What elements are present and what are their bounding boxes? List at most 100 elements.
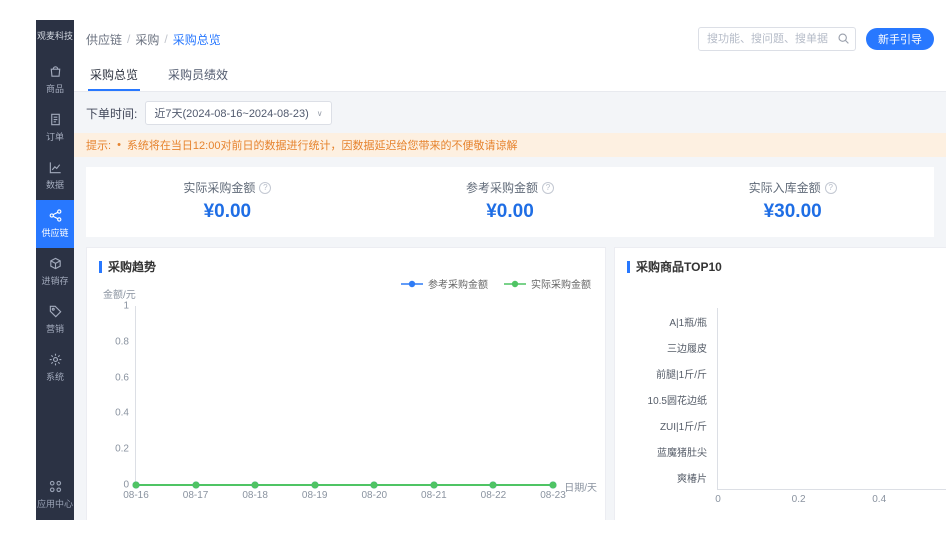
data-point[interactable]	[192, 482, 199, 489]
tab-buyer-performance[interactable]: 采购员绩效	[166, 58, 230, 91]
legend-item[interactable]: 参考采购金额	[401, 276, 488, 291]
breadcrumb-separator: /	[164, 32, 167, 46]
metric-label: 实际入库金额 ?	[651, 179, 934, 196]
legend-label: 参考采购金额	[428, 276, 488, 291]
sidebar-item-marketing[interactable]: 营销	[36, 296, 74, 344]
legend-marker	[401, 280, 423, 288]
trend-plot: 00.20.40.60.8108-1608-1708-1808-1908-200…	[135, 306, 553, 486]
inventory-icon	[48, 256, 63, 271]
y-axis-tick: 0.4	[115, 408, 129, 419]
x-axis-tick: 0	[715, 494, 721, 505]
metric-value: ¥0.00	[369, 201, 652, 223]
trend-legend: 参考采购金额 实际采购金额	[401, 276, 591, 291]
sidebar-item-app-center[interactable]: 应用中心	[36, 471, 74, 520]
sidebar-item-label: 订单	[46, 130, 64, 143]
tab-purchase-overview[interactable]: 采购总览	[88, 58, 140, 91]
metric-actual-purchase-amount: 实际采购金额 ? ¥0.00	[86, 179, 369, 223]
x-axis-tick: 08-18	[242, 490, 268, 501]
title-accent-bar	[99, 261, 102, 273]
x-axis-tick: 0.2	[792, 494, 806, 505]
data-point[interactable]	[133, 482, 140, 489]
panel-title: 采购商品TOP10	[636, 258, 722, 275]
newbie-guide-button[interactable]: 新手引导	[866, 28, 934, 50]
bar-category-label: ZUI|1斤/斤	[625, 412, 717, 438]
bar-category-label: 前腿|1斤/斤	[625, 360, 717, 386]
data-point[interactable]	[371, 482, 378, 489]
notice-text: 系统将在当日12:00对前日的数据进行统计，因数据延迟给您带来的不便敬请谅解	[127, 137, 518, 153]
legend-marker	[504, 280, 526, 288]
breadcrumb-item-purchase[interactable]: 采购	[135, 31, 159, 48]
metric-reference-purchase-amount: 参考采购金额 ? ¥0.00	[369, 179, 652, 223]
x-axis-tick: 08-22	[481, 490, 507, 501]
x-axis-tick: 08-21	[421, 490, 447, 501]
data-point[interactable]	[430, 482, 437, 489]
bar-category-label: 10.5圆花边纸	[625, 386, 717, 412]
panel-title: 采购趋势	[108, 258, 156, 275]
app-center-label: 应用中心	[37, 497, 73, 510]
sidebar-item-data[interactable]: 数据	[36, 152, 74, 200]
bar-category-label: 爽椿片	[625, 464, 717, 490]
x-axis-tick: 08-16	[123, 490, 149, 501]
x-axis-tick: 08-19	[302, 490, 328, 501]
legend-item[interactable]: 实际采购金额	[504, 276, 591, 291]
metric-label-text: 实际入库金额	[749, 179, 821, 196]
x-axis-tick: 08-20	[361, 490, 387, 501]
sidebar-item-inventory[interactable]: 进销存	[36, 248, 74, 296]
metric-value: ¥0.00	[86, 201, 369, 223]
y-axis-tick: 1	[123, 301, 129, 312]
metric-label: 参考采购金额 ?	[369, 179, 652, 196]
data-point[interactable]	[550, 482, 557, 489]
top10-products-panel: 采购商品TOP10 A|1瓶/瓶三边履皮前腿|1斤/斤10.5圆花边纸ZUI|1…	[614, 247, 946, 520]
sidebar-item-label: 营销	[46, 322, 64, 335]
metric-label: 实际采购金额 ?	[86, 179, 369, 196]
sidebar: 观麦科技 商品 订单 数据 供应链 进销存 营销 系统	[36, 20, 74, 520]
metric-actual-inbound-amount: 实际入库金额 ? ¥30.00	[651, 179, 934, 223]
tab-bar: 采购总览 采购员绩效	[74, 58, 946, 92]
x-axis-tick: 08-23	[540, 490, 566, 501]
search-icon[interactable]	[837, 32, 850, 50]
bar-category-label: 三边履皮	[625, 334, 717, 360]
sidebar-item-label: 供应链	[41, 226, 68, 239]
panel-header: 采购商品TOP10	[615, 248, 946, 275]
x-axis-tick: 08-17	[183, 490, 209, 501]
sidebar-item-goods[interactable]: 商品	[36, 56, 74, 104]
help-icon[interactable]: ?	[825, 182, 837, 194]
sidebar-item-orders[interactable]: 订单	[36, 104, 74, 152]
top10-plot: 00.20.4	[717, 308, 946, 490]
bullet-icon: •	[117, 139, 121, 151]
help-icon[interactable]: ?	[259, 182, 271, 194]
date-range-value: 近7天(2024-08-16~2024-08-23)	[154, 105, 308, 121]
metric-label-text: 参考采购金额	[466, 179, 538, 196]
charts-row: 采购趋势 参考采购金额实际采购金额 金额/元 00.20.40.60.8108-…	[86, 247, 946, 520]
order-time-label: 下单时间:	[86, 105, 137, 122]
search-input[interactable]	[698, 27, 856, 51]
search-box	[698, 27, 856, 51]
breadcrumb-item-supply-chain[interactable]: 供应链	[86, 31, 122, 48]
y-axis-tick: 0	[123, 480, 129, 491]
data-point[interactable]	[490, 482, 497, 489]
filter-row: 下单时间: 近7天(2024-08-16~2024-08-23) ∨	[74, 92, 946, 133]
app-grid-icon	[48, 479, 63, 494]
sidebar-item-system[interactable]: 系统	[36, 344, 74, 392]
breadcrumb: 供应链 / 采购 / 采购总览	[86, 31, 221, 48]
top10-labels: A|1瓶/瓶三边履皮前腿|1斤/斤10.5圆花边纸ZUI|1斤/斤蓝魔猪肚尖爽椿…	[625, 308, 717, 490]
purchase-trend-panel: 采购趋势 参考采购金额实际采购金额 金额/元 00.20.40.60.8108-…	[86, 247, 606, 520]
notice-bar: 提示: • 系统将在当日12:00对前日的数据进行统计，因数据延迟给您带来的不便…	[74, 133, 946, 157]
data-point[interactable]	[311, 482, 318, 489]
topbar: 供应链 / 采购 / 采购总览 新手引导	[74, 20, 946, 58]
y-axis-tick: 0.6	[115, 372, 129, 383]
legend-label: 实际采购金额	[531, 276, 591, 291]
sidebar-item-label: 进销存	[41, 274, 68, 287]
goods-icon	[48, 64, 63, 79]
metric-label-text: 实际采购金额	[183, 179, 255, 196]
sidebar-item-supply-chain[interactable]: 供应链	[36, 200, 74, 248]
date-range-select[interactable]: 近7天(2024-08-16~2024-08-23) ∨	[145, 101, 331, 125]
y-axis-tick: 0.2	[115, 444, 129, 455]
order-icon	[48, 112, 63, 127]
notice-prefix: 提示:	[86, 137, 111, 153]
app-window: 观麦科技 商品 订单 数据 供应链 进销存 营销 系统	[36, 20, 946, 520]
data-point[interactable]	[252, 482, 259, 489]
sidebar-item-label: 数据	[46, 178, 64, 191]
help-icon[interactable]: ?	[542, 182, 554, 194]
metric-value: ¥30.00	[651, 201, 934, 223]
